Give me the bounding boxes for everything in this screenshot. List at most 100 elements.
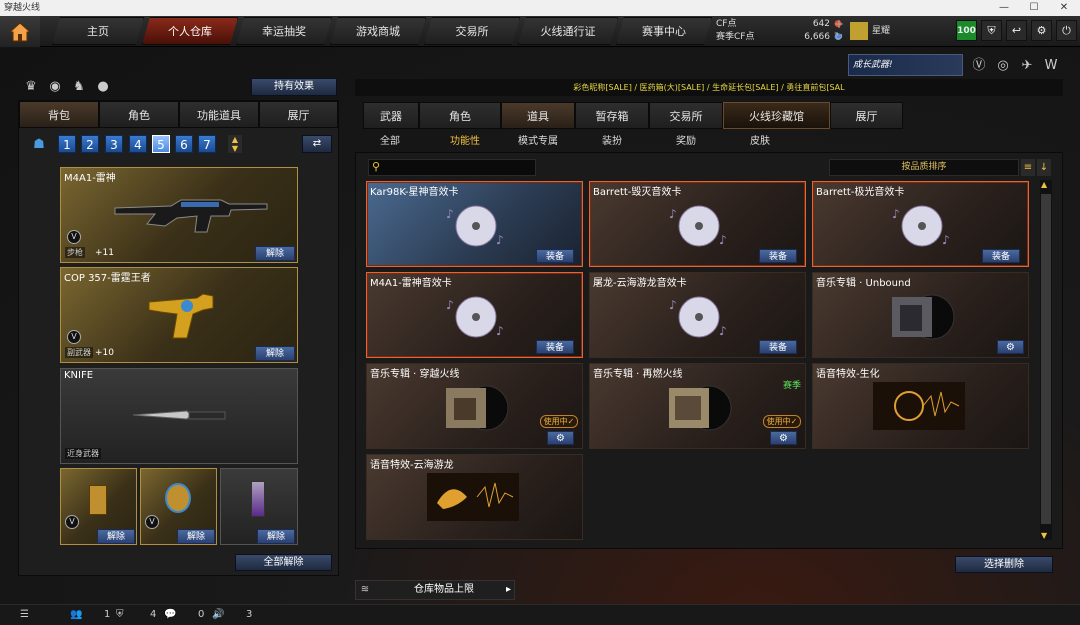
tab-characters[interactable]: 角色 (419, 102, 501, 129)
slot-secondary-weapon[interactable]: COP 357-雷霆王者 V 副武器 +10 解除 (60, 267, 298, 363)
w-logo-icon[interactable]: W (1042, 57, 1060, 75)
gear-icon[interactable]: ⚙ (1031, 20, 1052, 41)
tab-storage-box[interactable]: 暂存箱 (575, 102, 649, 129)
tab-trade[interactable]: 交易所 (649, 102, 723, 129)
list-view-icon[interactable]: ≡ (1021, 159, 1035, 176)
slot-throwable-3[interactable]: 解除 (220, 468, 298, 545)
team-icon[interactable]: 👥 (70, 609, 82, 620)
page-button-5[interactable]: 5 (152, 135, 170, 153)
subtab-rewards[interactable]: 奖励 (666, 133, 706, 150)
grenade-icon[interactable]: ● (94, 78, 112, 96)
tab-events[interactable]: 赛事中心 (616, 17, 712, 45)
tab-character[interactable]: 角色 (99, 101, 179, 128)
promo-banner[interactable]: 成长武器! (848, 54, 963, 76)
tab-collection[interactable]: 火线珍藏馆 (723, 102, 830, 129)
slot-primary-weapon[interactable]: M4A1-雷神 V 步枪 +11 解除 (60, 167, 298, 263)
level-badge[interactable]: 100 (956, 20, 977, 41)
add-cf-button[interactable]: + (834, 17, 844, 31)
sort-dropdown[interactable]: 按品质排序 (829, 159, 1019, 176)
select-delete-button[interactable]: 选择删除 (955, 556, 1053, 573)
item-card[interactable]: 语音特效-生化 (812, 363, 1029, 449)
slot-throwable-1[interactable]: V 解除 (60, 468, 137, 545)
equip-button[interactable]: 装备 (536, 249, 574, 263)
unequip-button[interactable]: 解除 (177, 529, 215, 544)
trophy-icon[interactable]: ♛ (22, 78, 40, 96)
tab-exhibit[interactable]: 展厅 (830, 102, 903, 129)
chat-icon[interactable]: 💬 (164, 609, 176, 620)
tab-backpack[interactable]: 背包 (19, 101, 99, 128)
tab-battle-pass[interactable]: 火线通行证 (518, 17, 618, 45)
unequip-button[interactable]: 解除 (257, 529, 295, 544)
effects-button[interactable]: 持有效果 (251, 78, 337, 96)
page-button-7[interactable]: 7 (198, 135, 216, 153)
tab-home[interactable]: 主页 (52, 17, 144, 45)
slot-throwable-2[interactable]: V 解除 (140, 468, 217, 545)
wing-icon[interactable]: ✈ (1018, 57, 1036, 75)
settings-button[interactable]: ⚙ (997, 340, 1024, 354)
refresh-cf-button[interactable]: ↻ (834, 30, 843, 43)
settings-button[interactable]: ⚙ (547, 431, 574, 445)
equip-button[interactable]: 装备 (759, 249, 797, 263)
eye-icon[interactable]: ◉ (46, 78, 64, 96)
equip-button[interactable]: 装备 (982, 249, 1020, 263)
menu-icon[interactable]: ☰ (20, 609, 29, 620)
item-card[interactable]: M4A1-雷神音效卡 ♪ ♪ 装备 (366, 272, 583, 358)
item-card[interactable]: 音乐专辑 · 穿越火线 使用中✓ ⚙ (366, 363, 583, 449)
tab-items[interactable]: 道具 (501, 102, 575, 129)
close-button[interactable]: ✕ (1050, 0, 1078, 16)
unequip-all-button[interactable]: 全部解除 (235, 554, 332, 571)
subtab-outfit[interactable]: 装扮 (592, 133, 632, 150)
item-card[interactable]: 屠龙-云海游龙音效卡 ♪ ♪ 装备 (589, 272, 806, 358)
equip-button[interactable]: 装备 (536, 340, 574, 354)
sort-direction-icon[interactable]: ↓ (1037, 159, 1051, 176)
settings-button[interactable]: ⚙ (770, 431, 797, 445)
item-card[interactable]: 语音特效-云海游龙 (366, 454, 583, 540)
page-button-2[interactable]: 2 (81, 135, 99, 153)
backpack-icon[interactable]: ☗ (30, 136, 48, 154)
page-button-1[interactable]: 1 (58, 135, 76, 153)
page-button-4[interactable]: 4 (129, 135, 147, 153)
item-card[interactable]: 音乐专辑 · 再燃火线 赛季 使用中✓ ⚙ (589, 363, 806, 449)
shield-status-icon[interactable]: ⛨ (116, 609, 124, 620)
item-card[interactable]: Kar98K-星神音效卡 ♪ ♪ 装备 (366, 181, 583, 267)
minimize-button[interactable]: — (990, 0, 1018, 16)
character-icon[interactable]: ♞ (70, 78, 88, 96)
swap-icon[interactable]: ⇄ (302, 135, 332, 153)
item-card[interactable]: 音乐专辑 · Unbound ⚙ (812, 272, 1029, 358)
tab-mall[interactable]: 游戏商城 (330, 17, 426, 45)
unequip-button[interactable]: 解除 (97, 529, 135, 544)
unequip-button[interactable]: 解除 (255, 346, 295, 361)
page-button-6[interactable]: 6 (175, 135, 193, 153)
target-icon[interactable]: ◎ (994, 57, 1012, 75)
home-button[interactable] (0, 16, 40, 47)
subtab-functional[interactable]: 功能性 (440, 133, 490, 150)
v-badge-icon[interactable]: Ⓥ (970, 57, 988, 75)
tab-warehouse[interactable]: 个人仓库 (142, 17, 238, 45)
item-card[interactable]: Barrett-极光音效卡 ♪ ♪ 装备 (812, 181, 1029, 267)
slot-melee-weapon[interactable]: KNIFE 近身武器 (60, 368, 298, 464)
unequip-button[interactable]: 解除 (255, 246, 295, 261)
search-input[interactable]: ⚲ (368, 159, 536, 176)
subtab-skins[interactable]: 皮肤 (740, 133, 780, 150)
shield-icon[interactable]: ⛨ (981, 20, 1002, 41)
tab-lucky-draw[interactable]: 幸运抽奖 (236, 17, 332, 45)
speaker-icon[interactable]: 🔊 (212, 609, 224, 620)
scroll-up-icon[interactable]: ▲ (1041, 180, 1047, 189)
scroll-down-icon[interactable]: ▼ (1041, 531, 1047, 540)
subtab-all[interactable]: 全部 (370, 133, 410, 150)
item-card[interactable]: Barrett-毁灭音效卡 ♪ ♪ 装备 (589, 181, 806, 267)
page-button-3[interactable]: 3 (105, 135, 123, 153)
page-stepper[interactable]: ▲ ▼ (228, 135, 242, 153)
tab-showroom[interactable]: 展厅 (259, 101, 338, 128)
equip-button[interactable]: 装备 (759, 340, 797, 354)
warehouse-limit-bar[interactable]: ≋ 仓库物品上限 ▸ (355, 580, 515, 600)
item-scrollbar[interactable]: ▲ ▼ (1040, 180, 1052, 540)
tab-function-items[interactable]: 功能道具 (179, 101, 259, 128)
tab-weapons[interactable]: 武器 (363, 102, 419, 129)
subtab-mode[interactable]: 模式专属 (510, 133, 566, 150)
exit-icon[interactable]: ↩ (1006, 20, 1027, 41)
scrollbar-thumb[interactable] (1041, 194, 1051, 524)
maximize-button[interactable]: ☐ (1020, 0, 1048, 16)
tab-exchange[interactable]: 交易所 (424, 17, 520, 45)
power-icon[interactable]: ⏻ (1056, 20, 1077, 41)
